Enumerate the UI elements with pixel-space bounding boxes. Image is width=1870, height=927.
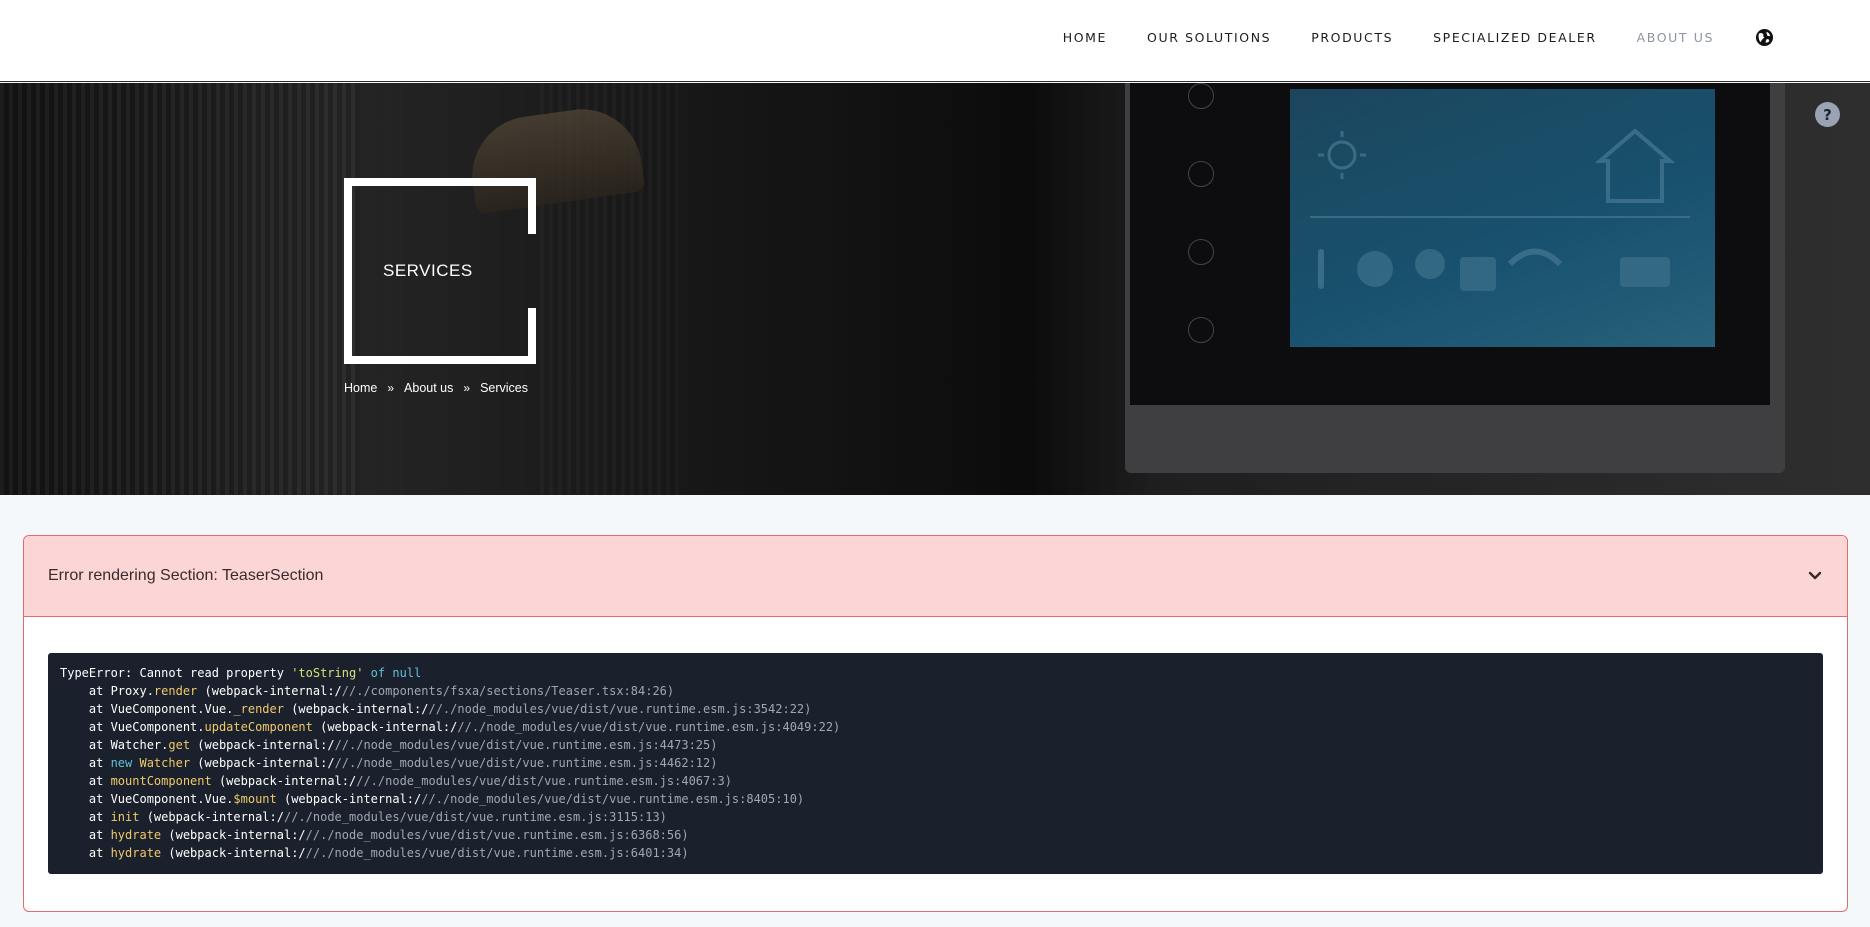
main-nav: HOME OUR SOLUTIONS PRODUCTS SPECIALIZED …: [1023, 0, 1774, 74]
breadcrumb-about-us[interactable]: About us: [404, 381, 453, 395]
stack-trace-line: at VueComponent.Vue._render (webpack-int…: [60, 702, 812, 716]
breadcrumb-home[interactable]: Home: [344, 381, 377, 395]
nav-our-solutions[interactable]: OUR SOLUTIONS: [1147, 30, 1271, 45]
nav-specialized-dealer[interactable]: SPECIALIZED DEALER: [1433, 30, 1596, 45]
stack-trace-line: at VueComponent.updateComponent (webpack…: [60, 720, 841, 734]
breadcrumb: Home » About us » Services: [344, 381, 528, 395]
stack-trace-line: at hydrate (webpack-internal:///./node_m…: [60, 828, 689, 842]
chevron-down-icon[interactable]: [1807, 568, 1823, 584]
nav-home[interactable]: HOME: [1063, 30, 1107, 45]
stack-trace-line: at Proxy.render (webpack-internal:///./c…: [60, 684, 675, 698]
stack-trace-line: at VueComponent.Vue.$mount (webpack-inte…: [60, 792, 805, 806]
nav-products[interactable]: PRODUCTS: [1311, 30, 1393, 45]
stack-trace-line: at mountComponent (webpack-internal:///.…: [60, 774, 732, 788]
hero-banner: ? SERVICES Home » About us » Services: [0, 83, 1870, 495]
help-button[interactable]: ?: [1815, 102, 1840, 127]
error-panel: Error rendering Section: TeaserSection T…: [23, 535, 1848, 912]
stack-trace-line: TypeError: Cannot read property 'toStrin…: [60, 666, 422, 680]
error-title: Error rendering Section: TeaserSection: [48, 567, 324, 584]
page-title: SERVICES: [383, 261, 473, 280]
stack-trace-line: at hydrate (webpack-internal:///./node_m…: [60, 846, 689, 860]
hero-background-curtain: [0, 83, 360, 495]
hero-title-frame: SERVICES: [344, 178, 536, 364]
hero-background-tablet-buttons: [1188, 83, 1216, 395]
nav-about-us[interactable]: ABOUT US: [1637, 30, 1714, 45]
stack-trace-line: at Watcher.get (webpack-internal:///./no…: [60, 738, 718, 752]
error-stack-trace: TypeError: Cannot read property 'toStrin…: [48, 653, 1823, 874]
breadcrumb-separator: »: [387, 381, 395, 395]
stack-trace-line: at new Watcher (webpack-internal:///./no…: [60, 756, 718, 770]
breadcrumb-separator: »: [463, 381, 471, 395]
error-panel-header[interactable]: Error rendering Section: TeaserSection: [24, 536, 1847, 617]
breadcrumb-services: Services: [480, 381, 528, 395]
hero-background-smart-home-ui: [1290, 89, 1715, 347]
stack-trace-line: at init (webpack-internal:///./node_modu…: [60, 810, 667, 824]
globe-icon[interactable]: [1754, 27, 1774, 47]
top-navigation-bar: HOME OUR SOLUTIONS PRODUCTS SPECIALIZED …: [0, 0, 1870, 82]
